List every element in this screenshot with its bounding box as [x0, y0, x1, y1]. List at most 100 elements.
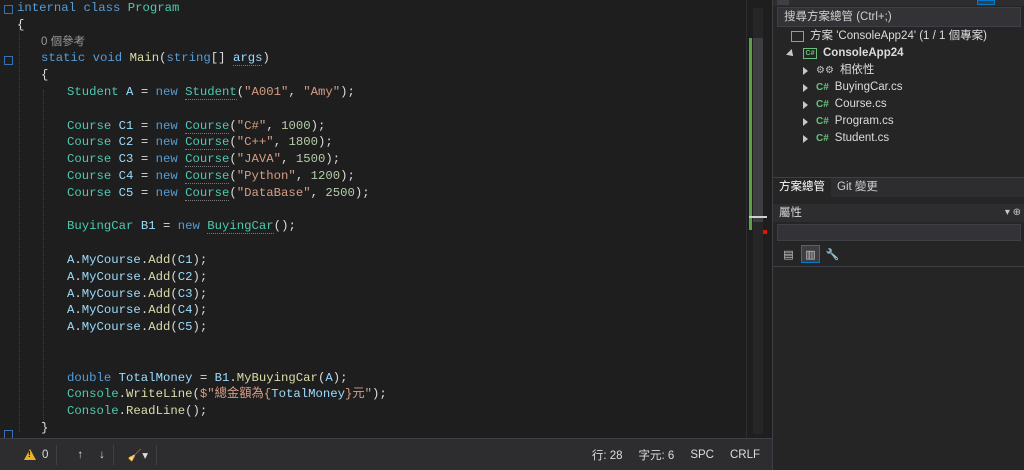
tree-item-file[interactable]: C# BuyingCar.cs	[803, 79, 903, 96]
code-line[interactable]: double TotalMoney = B1.MyBuyingCar(A);	[67, 370, 348, 387]
tab-git-changes[interactable]: Git 變更	[831, 178, 884, 197]
tree-item-file[interactable]: C# Student.cs	[803, 130, 889, 147]
tree-item-file[interactable]: C# Program.cs	[803, 113, 894, 130]
column-indicator[interactable]: 字元: 6	[631, 439, 683, 470]
properties-header: 屬性 ▾ ⊕	[773, 204, 1024, 222]
code-line[interactable]: Course C5 = new Course("DataBase", 2500)…	[67, 185, 370, 202]
brace: }	[41, 421, 49, 435]
line-ending-indicator[interactable]: CRLF	[722, 439, 772, 470]
codelens-hint[interactable]: 0 個參考	[41, 34, 85, 51]
type-name: Student	[185, 85, 237, 100]
toolbar-strip	[773, 0, 1024, 6]
method-name: Add	[148, 269, 171, 284]
code-line[interactable]: Course C2 = new Course("C++", 1800);	[67, 134, 333, 151]
code-line[interactable]: BuyingCar B1 = new BuyingCar();	[67, 218, 296, 235]
alphabetical-icon: ▥	[805, 248, 816, 261]
collapsed-chevron-icon[interactable]	[803, 117, 808, 126]
code-line[interactable]: A.MyCourse.Add(C1);	[67, 252, 207, 269]
categorized-button[interactable]: ▤	[779, 245, 798, 263]
code-line[interactable]: Course C4 = new Course("Python", 1200);	[67, 168, 355, 185]
string-literal: }元"	[344, 387, 373, 402]
method-name: WriteLine	[126, 387, 193, 402]
code-line[interactable]: Student A = new Student("A001", "Amy");	[67, 84, 355, 101]
code-line[interactable]: internal class Program	[17, 0, 179, 17]
collapse-marker-end[interactable]	[4, 430, 13, 438]
code-line[interactable]: Console.ReadLine();	[67, 403, 207, 420]
string-literal: "Python"	[236, 169, 296, 183]
next-issue-button[interactable]: ↓	[91, 439, 113, 470]
collapsed-chevron-icon[interactable]	[803, 66, 808, 75]
tree-item-solution[interactable]: 方案 'ConsoleApp24' (1 / 1 個專案)	[791, 28, 987, 45]
code-line[interactable]: A.MyCourse.Add(C3);	[67, 286, 207, 303]
variable: TotalMoney	[118, 370, 193, 385]
property: MyCourse	[81, 303, 141, 318]
expanded-chevron-icon[interactable]	[786, 48, 796, 59]
scrollbar-thumb[interactable]	[753, 38, 763, 222]
solution-search-input[interactable]: 搜尋方案總管 (Ctrl+;)	[777, 7, 1021, 27]
string-literal: "Amy"	[303, 85, 341, 99]
code-line[interactable]: Course C1 = new Course("C#", 1000);	[67, 118, 325, 135]
keyword: new	[155, 185, 178, 200]
collapsed-chevron-icon[interactable]	[803, 100, 808, 109]
line-indicator[interactable]: 行: 28	[584, 439, 631, 470]
variable: B1	[140, 219, 156, 234]
tree-item-project[interactable]: C# ConsoleApp24	[786, 45, 904, 62]
tree-item-dependencies[interactable]: ⚙⚙ 相依性	[803, 62, 874, 79]
parameter: args	[232, 51, 263, 67]
collapsed-chevron-icon[interactable]	[803, 134, 808, 143]
code-line[interactable]: A.MyCourse.Add(C2);	[67, 269, 207, 286]
indent-guide	[19, 22, 20, 432]
pane-controls[interactable]: ▾ ⊕	[1005, 204, 1021, 222]
code-editor[interactable]: internal class Program{0 個參考 static void …	[0, 0, 746, 438]
csharp-file-icon: C#	[816, 116, 829, 127]
prev-issue-button[interactable]: ↑	[57, 439, 91, 470]
variable: A	[67, 253, 75, 267]
variable: A	[126, 85, 134, 99]
editor-vertical-scrollbar[interactable]	[746, 0, 772, 438]
variable: C4	[177, 303, 193, 318]
collapse-marker-class[interactable]	[4, 5, 13, 14]
variable: C3	[118, 152, 134, 167]
code-line[interactable]: Console.WriteLine($"總金額為{TotalMoney}元");	[67, 386, 387, 403]
solution-label: 方案 'ConsoleApp24' (1 / 1 個專案)	[810, 30, 987, 42]
type-name: Course	[67, 185, 112, 200]
change-indicator	[749, 38, 752, 230]
collapsed-chevron-icon[interactable]	[803, 83, 808, 92]
method-name: Add	[148, 320, 171, 335]
keyword: void	[92, 51, 123, 66]
tree-item-file[interactable]: C# Course.cs	[803, 96, 887, 113]
properties-object-selector[interactable]	[777, 224, 1021, 241]
code-line[interactable]: static void Main(string[] args)	[41, 50, 270, 67]
indent-guide	[43, 90, 44, 424]
code-line[interactable]: {	[41, 67, 48, 84]
property-pages-button[interactable]: 🔧	[823, 245, 842, 263]
keyword: internal	[17, 1, 77, 15]
file-label: Student.cs	[834, 132, 890, 144]
code-line[interactable]: }	[41, 420, 48, 437]
code-line[interactable]: A.MyCourse.Add(C4);	[67, 302, 207, 319]
arrow-down-icon: ↓	[99, 448, 105, 461]
code-cleanup-button[interactable]: 🧹▾	[114, 439, 156, 470]
arrow-up-icon: ↑	[77, 448, 84, 461]
tab-solution-explorer[interactable]: 方案總管	[773, 178, 831, 197]
variable: C2	[177, 269, 193, 284]
interpolated-variable: TotalMoney	[271, 387, 345, 402]
number-literal: 1800	[288, 135, 318, 150]
collapse-marker-method[interactable]	[4, 56, 13, 65]
solution-explorer-pane: 搜尋方案總管 (Ctrl+;) 方案 'ConsoleApp24' (1 / 1…	[772, 0, 1024, 470]
number-literal: 1000	[281, 118, 311, 133]
editor-gutter	[0, 0, 18, 438]
code-line[interactable]: Course C3 = new Course("JAVA", 1500);	[67, 151, 340, 168]
warnings-indicator[interactable]: 0	[0, 439, 56, 470]
keyword: class	[83, 1, 121, 15]
alphabetical-button[interactable]: ▥	[801, 245, 820, 263]
code-line[interactable]: {	[17, 17, 24, 34]
keyword: new	[155, 152, 178, 167]
toolbar-button[interactable]	[977, 0, 995, 5]
code-line[interactable]: A.MyCourse.Add(C5);	[67, 319, 207, 336]
caret-position-marker	[749, 216, 767, 218]
spacing-indicator[interactable]: SPC	[682, 439, 722, 470]
number-literal: 1200	[310, 169, 341, 183]
toolbar-button[interactable]	[777, 0, 789, 5]
type-name: Course	[185, 118, 230, 134]
